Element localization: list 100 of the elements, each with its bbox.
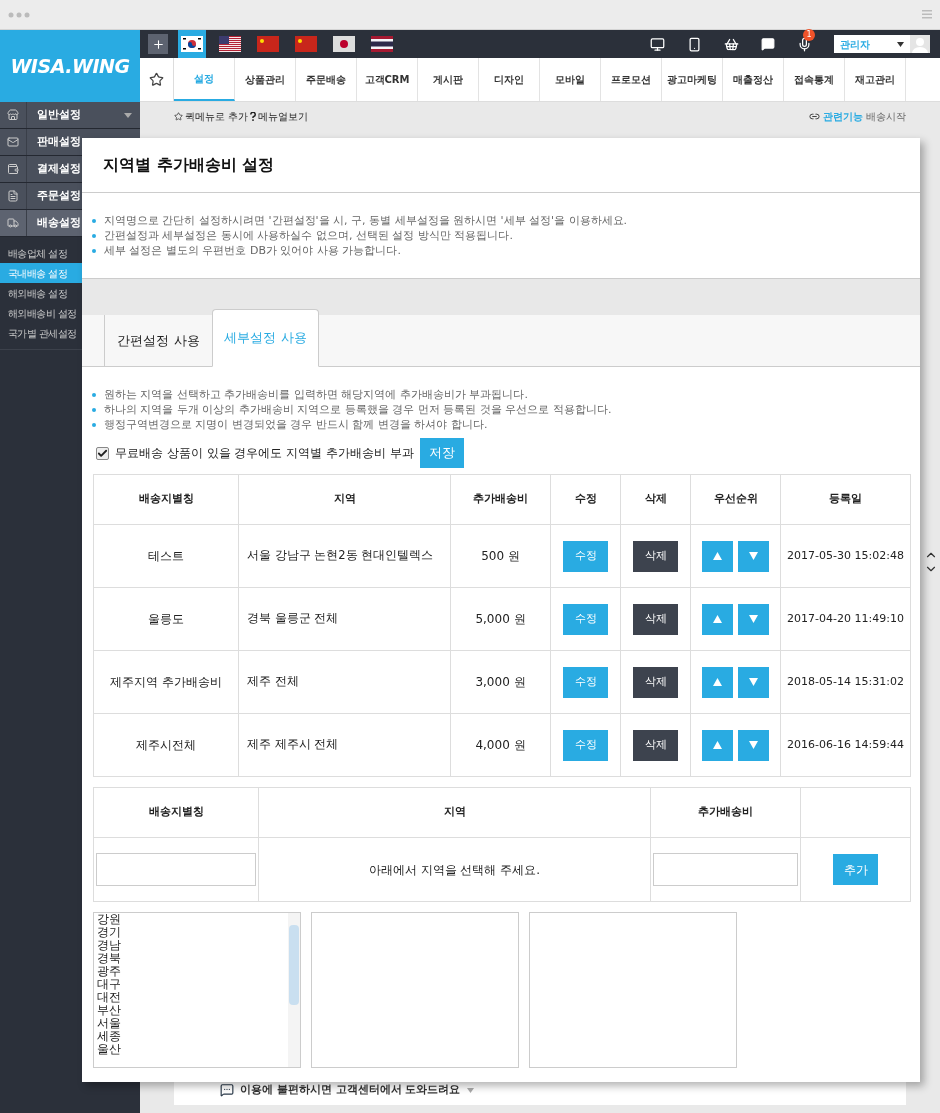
bullet-icon <box>92 407 96 412</box>
flag-icon <box>371 36 393 52</box>
list-option[interactable]: 강원 <box>97 913 288 926</box>
move-down-button[interactable] <box>738 666 769 698</box>
alias-input[interactable] <box>96 853 256 886</box>
list-option[interactable]: 광주 <box>97 965 288 978</box>
shipping-start-link[interactable]: 배송시작 <box>866 108 906 124</box>
table-cell: 테스트 <box>93 524 239 588</box>
fee-input[interactable] <box>653 853 798 886</box>
caret-icon <box>466 1087 474 1093</box>
list-option[interactable]: 부산 <box>97 1004 288 1017</box>
move-up-button[interactable] <box>702 666 733 698</box>
flag-icon <box>333 36 355 52</box>
sidebar-icon <box>7 136 19 148</box>
move-down-button[interactable] <box>738 603 769 635</box>
menu-tab[interactable]: 주문배송 <box>296 58 357 101</box>
favorite-star-icon[interactable] <box>149 72 164 87</box>
list-option[interactable]: 대구 <box>97 978 288 991</box>
plus-icon <box>151 37 165 51</box>
basket-icon[interactable] <box>724 36 739 52</box>
smartphone-icon[interactable] <box>687 36 702 52</box>
delete-button[interactable]: 삭제 <box>633 666 678 698</box>
table-cell: 제주지역 추가배송비 <box>93 650 239 714</box>
menu-tab[interactable]: 고객CRM <box>357 58 418 101</box>
help-icon <box>250 111 257 121</box>
menu-tab[interactable]: 광고마케팅 <box>662 58 723 101</box>
table-cell: 제주 제주시 전체 <box>238 713 451 777</box>
list-option[interactable]: 울산 <box>97 1043 288 1056</box>
bullet-icon <box>92 392 96 397</box>
table-cell: 5,000 원 <box>450 587 551 651</box>
monitor-icon[interactable] <box>650 36 665 52</box>
flag-icon <box>181 36 203 52</box>
region-hint: 아래에서 지역을 선택해 주세요. <box>258 837 651 902</box>
menu-tab[interactable]: 재고관리 <box>845 58 906 101</box>
bullet-icon <box>92 422 96 427</box>
down-triangle-icon <box>749 678 758 686</box>
sidebar-item[interactable]: 일반설정 <box>0 102 140 129</box>
window-dots-icon <box>8 11 30 18</box>
help-message[interactable]: 이용에 불편하시면 고객센터에서 도와드려요 <box>240 1081 461 1099</box>
table-cell: 2018-05-14 15:31:02 <box>780 650 911 714</box>
menu-tab[interactable]: 게시판 <box>418 58 479 101</box>
flag-icon <box>257 36 279 52</box>
column-header: 등록일 <box>780 474 911 525</box>
menu-tab[interactable]: 상품관리 <box>235 58 296 101</box>
manual-link[interactable]: 메뉴얼보기 <box>258 108 309 124</box>
list-option[interactable]: 세종 <box>97 1030 288 1043</box>
note-text: 하나의 지역을 두개 이상의 추가배송비 지역으로 등록했을 경우 먼저 등록된 것을 우선으로 적용합니다. <box>104 402 612 417</box>
list-option[interactable]: 경북 <box>97 952 288 965</box>
menu-tab[interactable]: 디자인 <box>479 58 540 101</box>
up-triangle-icon <box>713 741 722 749</box>
region-listbox[interactable]: 강원 경기 경남 경북 광주 대구 대전 부산 서울 세종 울산 <box>93 912 301 1068</box>
table-cell: 2016-06-16 14:59:44 <box>780 713 911 777</box>
check-icon <box>97 447 108 459</box>
up-triangle-icon <box>713 552 722 560</box>
town-listbox[interactable] <box>529 912 737 1068</box>
table-cell: 제주 전체 <box>238 650 451 714</box>
quick-menu-link[interactable]: 퀵메뉴로 추가 <box>185 108 249 124</box>
column-header: 지역 <box>238 474 451 525</box>
add-button[interactable] <box>148 34 168 54</box>
delete-button[interactable]: 삭제 <box>633 603 678 635</box>
scrollbar-thumb[interactable] <box>289 925 299 1005</box>
menu-tab[interactable]: 접속통계 <box>784 58 845 101</box>
list-option[interactable]: 경남 <box>97 939 288 952</box>
table-cell: 2017-05-30 15:02:48 <box>780 524 911 588</box>
move-up-button[interactable] <box>702 603 733 635</box>
list-option[interactable]: 대전 <box>97 991 288 1004</box>
checkbox-label: 무료배송 상품이 있을 경우에도 지역별 추가배송비 부과 <box>115 445 414 462</box>
move-up-button[interactable] <box>702 729 733 761</box>
settings-tab[interactable]: 간편설정 사용 <box>105 315 212 366</box>
move-up-button[interactable] <box>702 540 733 572</box>
menu-tab[interactable]: 모바일 <box>540 58 601 101</box>
move-down-button[interactable] <box>738 540 769 572</box>
list-option[interactable]: 경기 <box>97 926 288 939</box>
move-down-button[interactable] <box>738 729 769 761</box>
column-header: 배송지별칭 <box>93 787 259 838</box>
sidebar-icon <box>7 190 19 202</box>
sidebar-icon <box>7 109 19 121</box>
sidebar-icon <box>7 163 19 175</box>
delete-button[interactable]: 삭제 <box>633 729 678 761</box>
language-tab[interactable] <box>178 30 206 58</box>
sidebar-icon <box>7 217 19 229</box>
menu-tab[interactable]: 프로모션 <box>601 58 662 101</box>
bullet-icon <box>92 233 96 238</box>
checkbox[interactable] <box>96 446 109 460</box>
menu-tab[interactable]: 매출정산 <box>723 58 784 101</box>
table-cell: 서울 강남구 논현2동 현대인텔렉스 <box>238 524 451 588</box>
delete-button[interactable]: 삭제 <box>633 540 678 572</box>
list-option[interactable]: 서울 <box>97 1017 288 1030</box>
table-cell: 제주시전체 <box>93 713 239 777</box>
note-text: 세부 설정은 별도의 우편번호 DB가 있어야 사용 가능합니다. <box>104 243 401 258</box>
down-triangle-icon <box>749 741 758 749</box>
microphone-icon[interactable] <box>797 36 812 52</box>
menu-icon[interactable] <box>922 10 932 19</box>
column-header: 삭제 <box>620 474 691 525</box>
down-triangle-icon <box>749 615 758 623</box>
column-header: 수정 <box>550 474 621 525</box>
district-listbox[interactable] <box>311 912 519 1068</box>
chat-icon[interactable] <box>761 37 775 51</box>
table-cell: 4,000 원 <box>450 713 551 777</box>
up-triangle-icon <box>713 678 722 686</box>
